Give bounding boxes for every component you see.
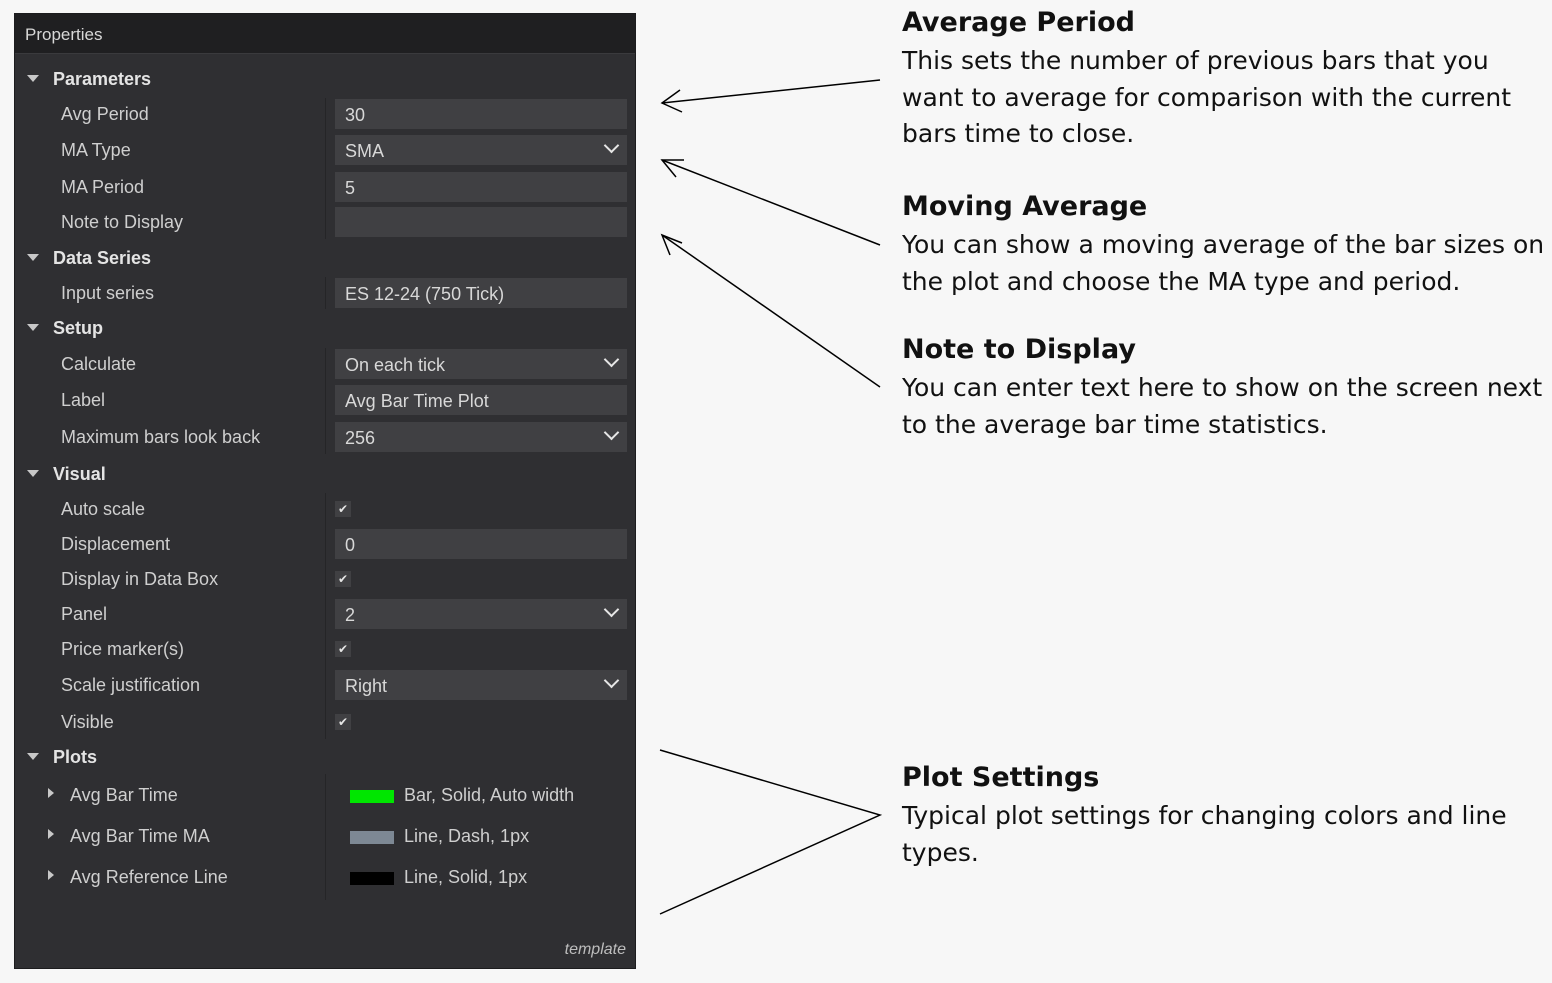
note-line: types.	[902, 837, 979, 867]
note-title-plot-settings: Plot Settings	[902, 762, 1100, 793]
note-line: the plot and choose the MA type and peri…	[902, 266, 1461, 296]
bracket-plot-settings	[659, 749, 883, 915]
note-body-note-to-display: You can enter text here to show on the s…	[902, 370, 1547, 443]
note-line: to the average bar time statistics.	[902, 409, 1328, 439]
arrow-moving-average	[661, 159, 881, 246]
note-body-plot-settings: Typical plot settings for changing color…	[902, 798, 1547, 871]
arrow-note-to-display	[661, 234, 881, 388]
note-title-average-period: Average Period	[902, 7, 1135, 38]
note-line: Typical plot settings for changing color…	[902, 801, 1507, 830]
arrow-average-period	[661, 79, 881, 104]
note-line: want to average for comparison with the …	[902, 82, 1512, 112]
note-body-moving-average: You can show a moving average of the bar…	[902, 227, 1547, 300]
note-line: bars time to close.	[902, 119, 1135, 148]
note-title-moving-average: Moving Average	[902, 191, 1148, 222]
note-title-note-to-display: Note to Display	[902, 334, 1136, 365]
note-line: You can enter text here to show on the s…	[902, 373, 1543, 402]
note-body-average-period: This sets the number of previous bars th…	[902, 43, 1547, 153]
arrow-head-icon	[660, 159, 684, 178]
note-line: This sets the number of previous bars th…	[902, 46, 1489, 75]
note-line: You can show a moving average of the bar…	[902, 230, 1545, 259]
